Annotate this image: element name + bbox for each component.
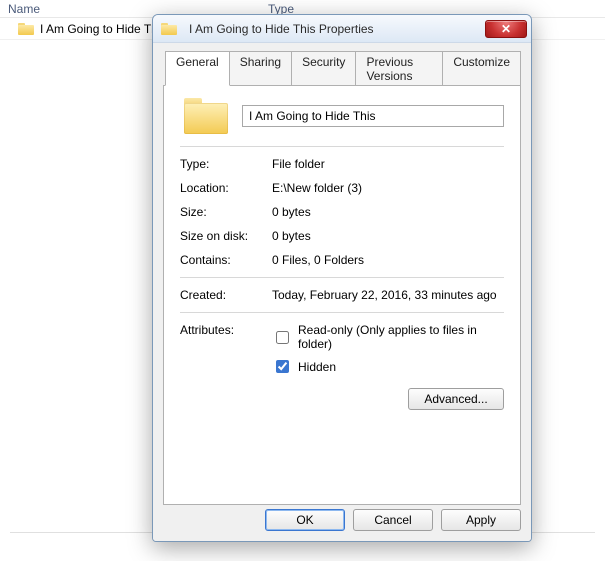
folder-name-input[interactable]: [242, 105, 504, 127]
tab-sharing[interactable]: Sharing: [229, 51, 292, 86]
divider: [180, 277, 504, 278]
readonly-label: Read-only (Only applies to files in fold…: [298, 323, 504, 351]
readonly-checkbox[interactable]: [276, 331, 289, 344]
readonly-row[interactable]: Read-only (Only applies to files in fold…: [272, 323, 504, 351]
close-icon: ✕: [501, 22, 511, 36]
type-label: Type:: [180, 157, 272, 171]
explorer-row-name: I Am Going to Hide This: [40, 22, 167, 36]
hidden-checkbox[interactable]: [276, 360, 289, 373]
location-value: E:\New folder (3): [272, 181, 504, 195]
contains-value: 0 Files, 0 Folders: [272, 253, 504, 267]
type-value: File folder: [272, 157, 504, 171]
size-on-disk-label: Size on disk:: [180, 229, 272, 243]
created-label: Created:: [180, 288, 272, 302]
folder-icon: [161, 23, 177, 35]
close-button[interactable]: ✕: [485, 20, 527, 38]
tab-strip: General Sharing Security Previous Versio…: [165, 51, 521, 86]
dialog-title: I Am Going to Hide This Properties: [189, 22, 485, 36]
tab-previous-versions[interactable]: Previous Versions: [355, 51, 443, 86]
size-value: 0 bytes: [272, 205, 504, 219]
titlebar[interactable]: I Am Going to Hide This Properties ✕: [153, 15, 531, 43]
ok-button[interactable]: OK: [265, 509, 345, 531]
properties-dialog: I Am Going to Hide This Properties ✕ Gen…: [152, 14, 532, 542]
size-label: Size:: [180, 205, 272, 219]
folder-icon: [18, 23, 34, 35]
size-on-disk-value: 0 bytes: [272, 229, 504, 243]
folder-icon: [184, 98, 228, 134]
tab-customize[interactable]: Customize: [442, 51, 521, 86]
tab-panel-general: Type: File folder Location: E:\New folde…: [163, 85, 521, 505]
dialog-footer-buttons: OK Cancel Apply: [265, 509, 521, 531]
created-value: Today, February 22, 2016, 33 minutes ago: [272, 288, 504, 302]
cancel-button[interactable]: Cancel: [353, 509, 433, 531]
apply-button[interactable]: Apply: [441, 509, 521, 531]
tab-general[interactable]: General: [165, 51, 230, 86]
hidden-row[interactable]: Hidden: [272, 357, 504, 376]
dialog-body: General Sharing Security Previous Versio…: [153, 43, 531, 541]
attributes-label: Attributes:: [180, 323, 272, 337]
contains-label: Contains:: [180, 253, 272, 267]
divider: [180, 146, 504, 147]
advanced-button[interactable]: Advanced...: [408, 388, 504, 410]
location-label: Location:: [180, 181, 272, 195]
tab-security[interactable]: Security: [291, 51, 356, 86]
hidden-label: Hidden: [298, 360, 336, 374]
divider: [180, 312, 504, 313]
